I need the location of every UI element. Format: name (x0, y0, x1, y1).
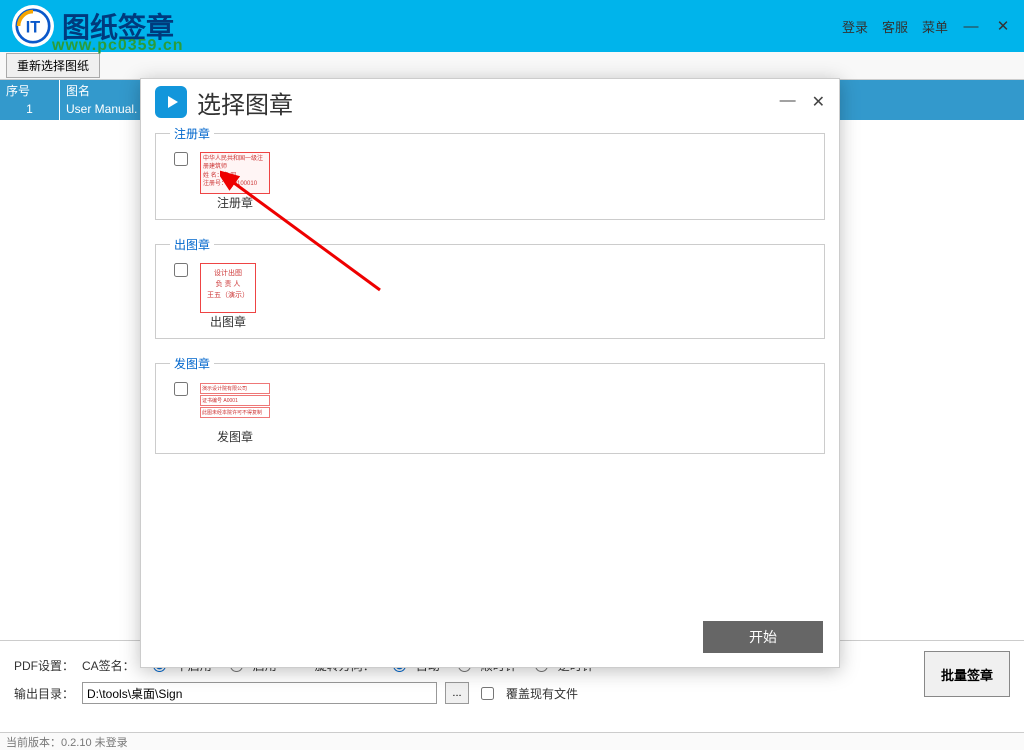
publish-legend: 发图章 (170, 355, 214, 372)
overwrite-checkbox[interactable] (481, 687, 494, 700)
output-path-input[interactable] (82, 682, 437, 704)
register-stamp-label: 注册章 (217, 194, 253, 211)
title-actions: 登录 客服 菜单 — ✕ (842, 0, 1012, 52)
register-stamp-item[interactable]: 中华人民共和国一级注册建筑师姓 名：李 四注册号：000100010 注册章 (200, 152, 270, 211)
pdf-label: PDF设置： (14, 657, 74, 674)
output-stamp-item[interactable]: 设计出图 负 责 人 王五（演示） 出图章 (200, 263, 256, 330)
output-stamp-section: 出图章 设计出图 负 责 人 王五（演示） 出图章 (155, 236, 825, 339)
app-logo-icon: IT (12, 5, 54, 47)
output-label: 输出目录： (14, 685, 74, 702)
batch-sign-button[interactable]: 批量签章 (924, 651, 1010, 697)
output-stamp-label: 出图章 (210, 313, 246, 330)
register-stamp-preview: 中华人民共和国一级注册建筑师姓 名：李 四注册号：000100010 (200, 152, 270, 194)
dialog-logo-icon (155, 86, 187, 118)
overwrite-label: 覆盖现有文件 (506, 685, 578, 702)
watermark: www.pc0359.cn (52, 37, 184, 55)
close-button[interactable]: ✕ (994, 17, 1012, 35)
logo-area: IT 图纸签章 www.pc0359.cn (12, 5, 174, 47)
dialog-body: 注册章 中华人民共和国一级注册建筑师姓 名：李 四注册号：000100010 注… (141, 125, 839, 454)
svg-text:IT: IT (26, 18, 40, 36)
ca-label: CA签名： (82, 657, 135, 674)
toolbar: 重新选择图纸 (0, 52, 1024, 80)
select-stamp-dialog: 选择图章 — ✕ 注册章 中华人民共和国一级注册建筑师姓 名：李 四注册号：00… (140, 78, 840, 668)
output-legend: 出图章 (170, 236, 214, 253)
col-num: 序号 (0, 80, 60, 100)
menu-link[interactable]: 菜单 (922, 17, 948, 36)
dialog-minimize-button[interactable]: — (780, 92, 796, 112)
dialog-titlebar: 选择图章 — ✕ (141, 79, 839, 125)
publish-stamp-label: 发图章 (217, 428, 253, 445)
dialog-title: 选择图章 (197, 85, 293, 120)
start-button[interactable]: 开始 (703, 621, 823, 653)
service-link[interactable]: 客服 (882, 17, 908, 36)
status-version: 0.2.10 未登录 (61, 737, 128, 749)
publish-stamp-item[interactable]: 演示设计院有限公司证书编号 A0001此图未经本院许可不得复制 发图章 (200, 382, 270, 445)
cell-num: 1 (0, 100, 60, 120)
reselect-drawings-button[interactable]: 重新选择图纸 (6, 53, 100, 78)
titlebar: IT 图纸签章 www.pc0359.cn 登录 客服 菜单 — ✕ (0, 0, 1024, 52)
register-stamp-checkbox[interactable] (174, 152, 188, 166)
dialog-close-button[interactable]: ✕ (812, 92, 825, 112)
output-row: 输出目录： ... 覆盖现有文件 (14, 679, 1010, 707)
publish-stamp-section: 发图章 演示设计院有限公司证书编号 A0001此图未经本院许可不得复制 发图章 (155, 355, 825, 454)
publish-stamp-checkbox[interactable] (174, 382, 188, 396)
minimize-button[interactable]: — (962, 18, 980, 35)
status-prefix: 当前版本： (6, 737, 61, 749)
register-stamp-section: 注册章 中华人民共和国一级注册建筑师姓 名：李 四注册号：000100010 注… (155, 125, 825, 220)
output-stamp-checkbox[interactable] (174, 263, 188, 277)
register-legend: 注册章 (170, 125, 214, 142)
login-link[interactable]: 登录 (842, 17, 868, 36)
publish-stamp-preview: 演示设计院有限公司证书编号 A0001此图未经本院许可不得复制 (200, 382, 270, 428)
browse-button[interactable]: ... (445, 682, 469, 704)
output-stamp-preview: 设计出图 负 责 人 王五（演示） (200, 263, 256, 313)
statusbar: 当前版本：0.2.10 未登录 (0, 732, 1024, 750)
